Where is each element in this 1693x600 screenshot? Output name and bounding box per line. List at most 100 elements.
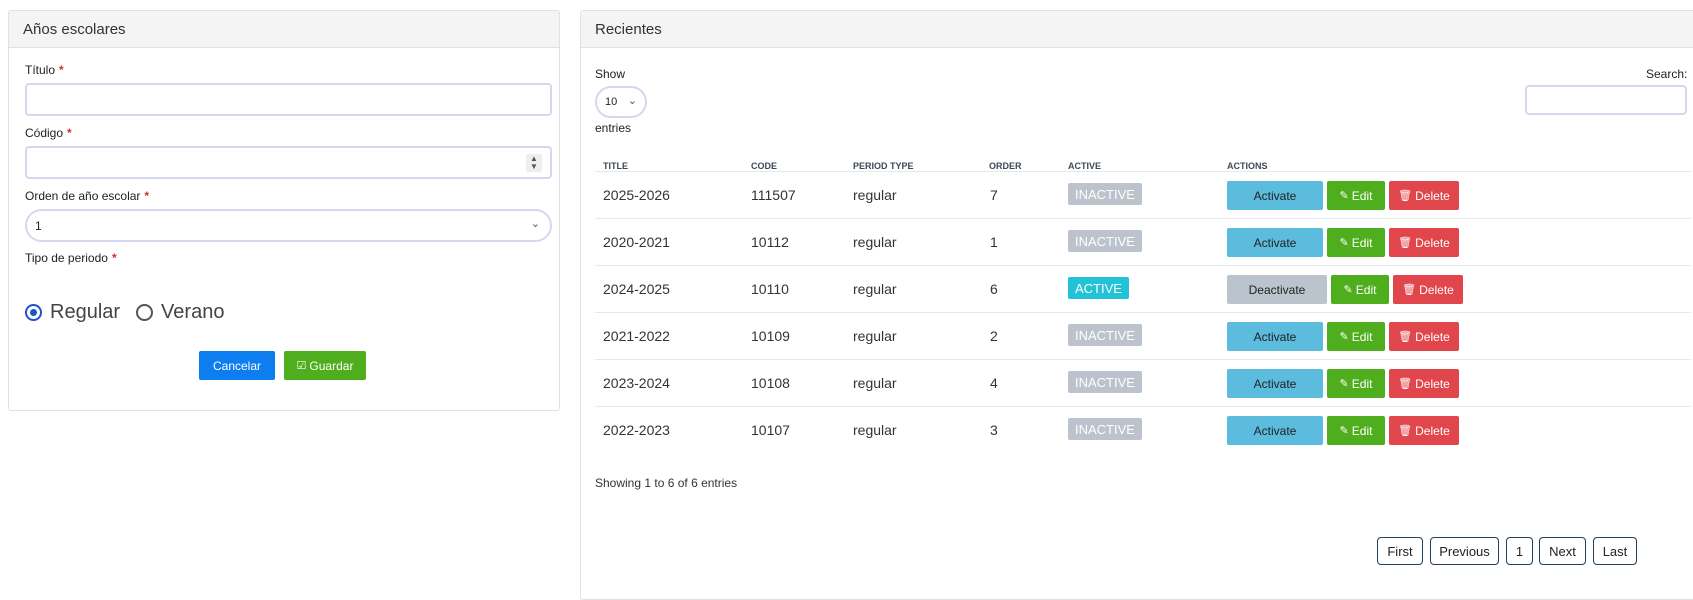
cell-code: 111507 [751, 187, 796, 203]
column-header-actions[interactable]: ACTIONS [1227, 161, 1268, 171]
tipo-label-text: Tipo de periodo [25, 251, 108, 265]
radio-regular-label[interactable]: Regular [50, 301, 120, 324]
pagination-page-1[interactable]: 1 [1506, 537, 1533, 565]
table-row: 2023-2024 10108 regular 4 INACTIVE Activ… [595, 359, 1691, 406]
pagination-last[interactable]: Last [1593, 537, 1637, 565]
cell-period: regular [853, 234, 897, 250]
edit-icon: ✎ [1339, 237, 1349, 249]
pagination-previous[interactable]: Previous [1430, 537, 1499, 565]
column-header-active[interactable]: ACTIVE [1068, 161, 1101, 171]
deactivate-button[interactable]: Deactivate [1227, 275, 1327, 304]
orden-select-value: 1 [35, 219, 42, 233]
edit-label: Edit [1355, 282, 1377, 297]
cancel-button[interactable]: Cancelar [199, 351, 275, 380]
save-button[interactable]: ☑ Guardar [284, 351, 366, 380]
cell-order: 6 [990, 281, 998, 297]
table-row: 2025-2026 111507 regular 7 INACTIVE Acti… [595, 171, 1691, 218]
tipo-label: Tipo de periodo * [25, 251, 117, 265]
edit-button[interactable]: ✎ Edit [1331, 275, 1389, 304]
search-label: Search: [1646, 67, 1688, 81]
cell-period: regular [853, 375, 897, 391]
edit-icon: ✎ [1339, 425, 1349, 437]
table-row: 2022-2023 10107 regular 3 INACTIVE Activ… [595, 406, 1691, 453]
radio-regular[interactable] [25, 304, 42, 321]
pagination-first[interactable]: First [1377, 537, 1423, 565]
cell-period: regular [853, 422, 897, 438]
required-mark: * [144, 189, 150, 203]
edit-label: Edit [1351, 423, 1373, 438]
edit-button[interactable]: ✎ Edit [1327, 322, 1385, 351]
trash-icon: 🗑 [1398, 378, 1413, 390]
trash-icon: 🗑 [1398, 425, 1413, 437]
activate-button[interactable]: Activate [1227, 181, 1323, 210]
radio-verano[interactable] [136, 304, 154, 321]
cell-order: 7 [990, 187, 998, 203]
cell-code: 10108 [751, 375, 790, 391]
entries-select[interactable]: 10 ⌄ [595, 86, 647, 118]
number-spinner-icon[interactable]: ▲ ▼ [526, 154, 542, 172]
activate-button[interactable]: Activate [1227, 369, 1323, 398]
cell-code: 10110 [751, 281, 789, 297]
toggle-label: Activate [1253, 235, 1297, 250]
delete-button[interactable]: 🗑 Delete [1389, 416, 1459, 445]
cell-period: regular [853, 328, 897, 344]
pagination-next[interactable]: Next [1539, 537, 1586, 565]
status-badge: INACTIVE [1068, 418, 1142, 440]
toggle-label: Deactivate [1248, 282, 1306, 297]
chevron-down-icon: ⌄ [530, 218, 540, 230]
orden-label: Orden de año escolar * [25, 189, 149, 203]
delete-label: Delete [1415, 423, 1450, 438]
cell-title: 2025-2026 [603, 187, 670, 203]
codigo-label-text: Código [25, 126, 64, 140]
orden-select[interactable]: 1 ⌄ [25, 209, 552, 242]
radio-verano-label[interactable]: Verano [161, 301, 224, 324]
column-header-order[interactable]: ORDER [989, 161, 1022, 171]
edit-icon: ✎ [1339, 378, 1349, 390]
column-header-period-type[interactable]: PERIOD TYPE [853, 161, 914, 171]
codigo-number-input[interactable]: ▲ ▼ [25, 146, 552, 179]
delete-label: Delete [1415, 235, 1450, 250]
column-header-title[interactable]: TITLE [603, 161, 628, 171]
titulo-input[interactable] [25, 83, 552, 116]
delete-button[interactable]: 🗑 Delete [1389, 228, 1459, 257]
status-badge: ACTIVE [1068, 277, 1129, 299]
edit-button[interactable]: ✎ Edit [1327, 369, 1385, 398]
column-header-code[interactable]: CODE [751, 161, 777, 171]
delete-button[interactable]: 🗑 Delete [1389, 181, 1459, 210]
activate-button[interactable]: Activate [1227, 228, 1323, 257]
toggle-label: Activate [1253, 376, 1297, 391]
cancel-button-label: Cancelar [212, 358, 262, 373]
edit-icon: ✎ [1343, 284, 1353, 296]
edit-button[interactable]: ✎ Edit [1327, 228, 1385, 257]
delete-label: Delete [1415, 329, 1450, 344]
cell-title: 2022-2023 [603, 422, 670, 438]
activate-button[interactable]: Activate [1227, 322, 1323, 351]
cell-order: 3 [990, 422, 998, 438]
cell-title: 2024-2025 [603, 281, 670, 297]
delete-button[interactable]: 🗑 Delete [1389, 322, 1459, 351]
edit-label: Edit [1351, 188, 1373, 203]
entries-label: entries [595, 121, 632, 135]
cell-order: 2 [990, 328, 998, 344]
delete-button[interactable]: 🗑 Delete [1393, 275, 1463, 304]
status-badge: INACTIVE [1068, 230, 1142, 252]
edit-button[interactable]: ✎ Edit [1327, 181, 1385, 210]
cell-title: 2020-2021 [603, 234, 670, 250]
list-card-title: Recientes [581, 11, 1693, 48]
delete-label: Delete [1415, 376, 1450, 391]
edit-button[interactable]: ✎ Edit [1327, 416, 1385, 445]
delete-button[interactable]: 🗑 Delete [1389, 369, 1459, 398]
status-badge: INACTIVE [1068, 371, 1142, 393]
table-row: 2021-2022 10109 regular 2 INACTIVE Activ… [595, 312, 1691, 359]
edit-label: Edit [1351, 376, 1373, 391]
search-input[interactable] [1525, 85, 1687, 115]
recent-list-card: Recientes Show 10 ⌄ entries Search: TITL… [580, 10, 1693, 600]
edit-label: Edit [1351, 235, 1373, 250]
delete-label: Delete [1415, 188, 1450, 203]
table-row: 2020-2021 10112 regular 1 INACTIVE Activ… [595, 218, 1691, 265]
titulo-label-text: Título [25, 63, 56, 77]
toggle-label: Activate [1253, 188, 1297, 203]
activate-button[interactable]: Activate [1227, 416, 1323, 445]
entries-select-value: 10 [605, 96, 618, 108]
orden-label-text: Orden de año escolar [25, 189, 141, 203]
